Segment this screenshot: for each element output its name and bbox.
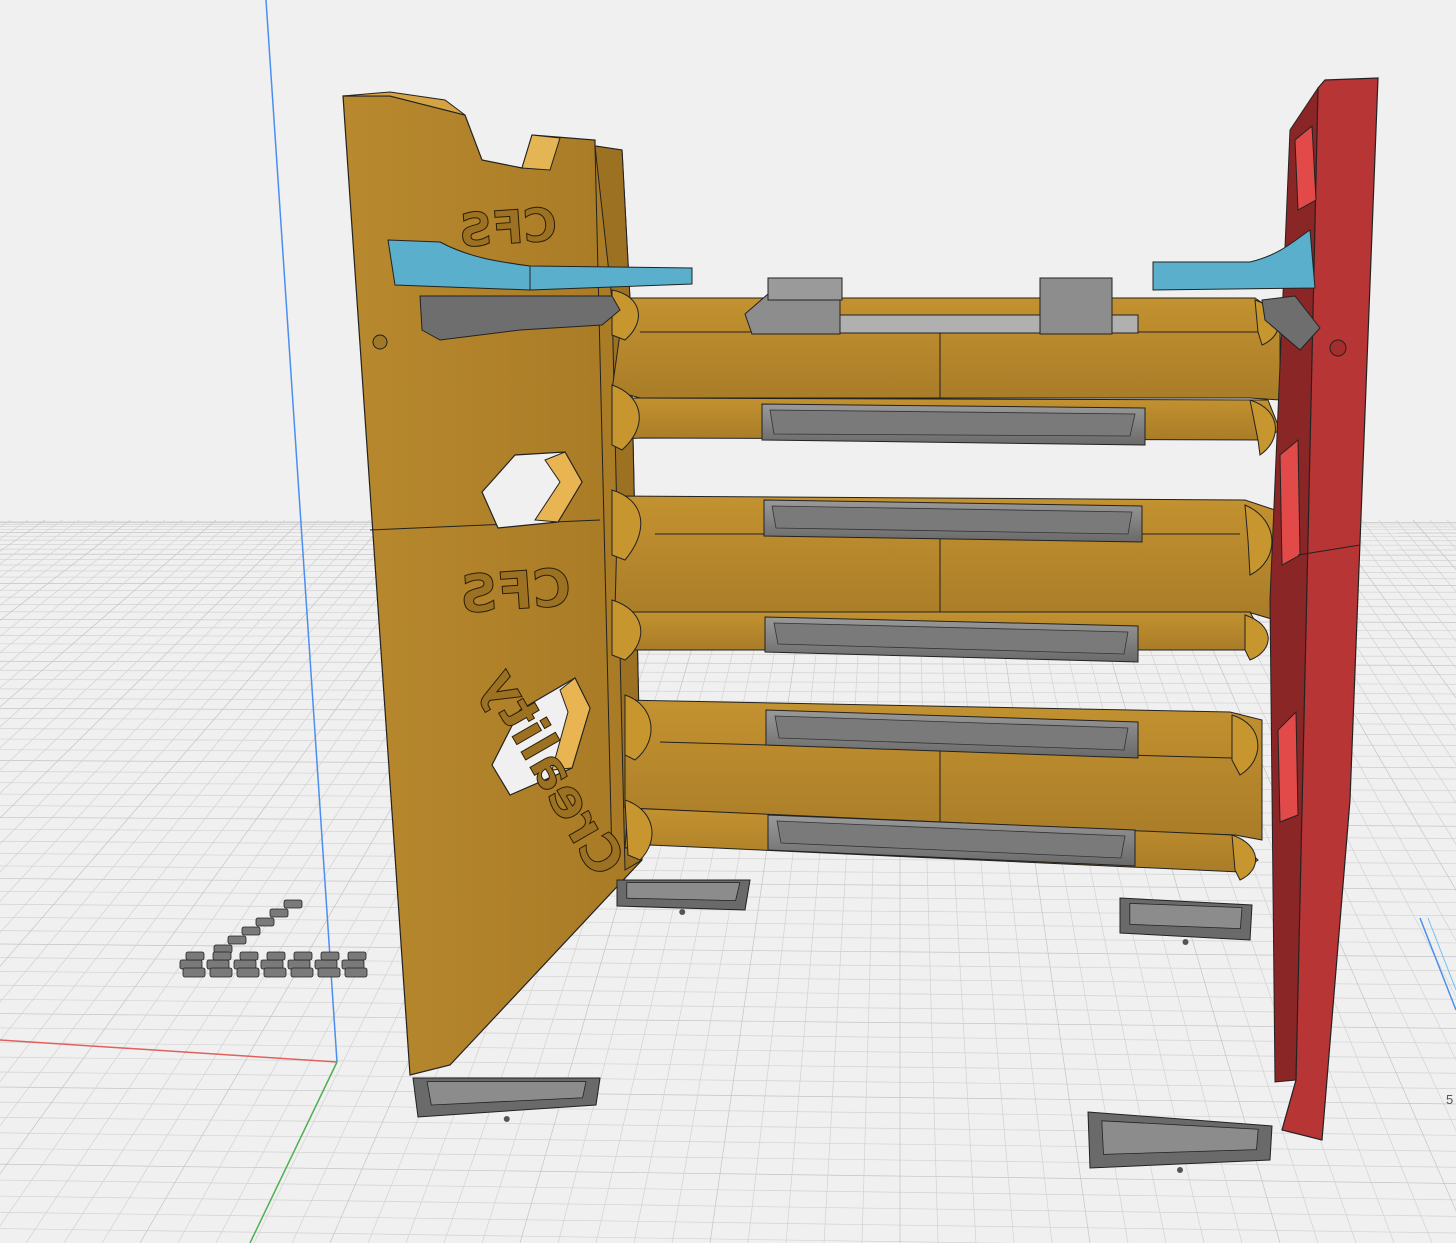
- grid-line: [0, 519, 371, 934]
- clip-part[interactable]: [263, 967, 287, 978]
- right-panel-screw-hole: [1329, 339, 1347, 357]
- grid-line: [0, 519, 388, 967]
- left-panel-label-top: CFS: [457, 197, 559, 258]
- clip-part[interactable]: [255, 917, 275, 927]
- foot-tray[interactable]: [1119, 897, 1253, 945]
- corner-readout: 5: [1446, 1092, 1453, 1107]
- grid-line: [0, 519, 97, 592]
- grid-line: [0, 1042, 1456, 1059]
- grid-line: [0, 652, 1456, 657]
- clip-part[interactable]: [317, 967, 341, 978]
- grid-line: [0, 998, 1456, 1015]
- clip-part[interactable]: [241, 926, 261, 936]
- clip-part[interactable]: [185, 951, 205, 961]
- grid-line: [0, 519, 46, 552]
- foot-tray[interactable]: [616, 879, 751, 915]
- small-clip-parts[interactable]: [179, 899, 368, 978]
- top-block-right[interactable]: [1039, 277, 1113, 335]
- clip-part[interactable]: [347, 951, 367, 961]
- grid-line: [0, 1228, 1015, 1243]
- clip-part[interactable]: [269, 908, 289, 918]
- grid-line: [1429, 519, 1456, 550]
- secondary-axis-line: [1419, 917, 1456, 1011]
- foot-tray-peg: [679, 909, 686, 915]
- grid-line: [0, 1195, 1456, 1217]
- clip-part[interactable]: [182, 967, 206, 978]
- grid-line: [0, 688, 1456, 695]
- foot-tray-peg: [1182, 939, 1189, 945]
- grid-line: [1446, 519, 1456, 531]
- grid-line: [0, 1211, 1456, 1234]
- grid-line: [0, 1013, 1456, 1029]
- grid-line: [0, 1163, 1456, 1184]
- clip-part[interactable]: [209, 967, 233, 978]
- grid-line: [0, 519, 80, 578]
- clip-part[interactable]: [283, 899, 303, 909]
- shelf-strips[interactable]: [611, 289, 1281, 881]
- grid-line: [0, 519, 354, 902]
- grid-line: [0, 984, 1456, 1000]
- foot-tray-recess: [1129, 902, 1243, 930]
- clip-part[interactable]: [239, 951, 259, 961]
- clip-part[interactable]: [236, 967, 260, 978]
- grid-line: [0, 1071, 1456, 1089]
- grey-rail-inner: [769, 409, 1136, 437]
- clip-part[interactable]: [290, 967, 314, 978]
- grid-line: [0, 1056, 1456, 1074]
- grid-line: [0, 1179, 1456, 1201]
- foot-tray-peg: [1177, 1167, 1183, 1173]
- foot-tray-peg: [503, 1116, 510, 1122]
- left-panel-screw-hole: [372, 334, 388, 350]
- 3d-viewport[interactable]: CFS CFS Creality 5: [0, 0, 1456, 1243]
- grid-line: [0, 519, 29, 540]
- clip-part[interactable]: [227, 935, 247, 945]
- foot-tray-recess: [626, 882, 741, 902]
- shelf-strip[interactable]: [611, 297, 1281, 401]
- foot-tray[interactable]: [412, 1077, 601, 1122]
- clip-part[interactable]: [344, 967, 368, 978]
- grid-line: [0, 519, 405, 1003]
- clip-part[interactable]: [212, 951, 232, 961]
- grid-line: [0, 1027, 1456, 1044]
- clip-part[interactable]: [266, 951, 286, 961]
- foot-tray[interactable]: [1087, 1111, 1273, 1173]
- clip-part[interactable]: [320, 951, 340, 961]
- top-block-left-top: [767, 277, 843, 301]
- grid-line: [0, 679, 1456, 685]
- clip-part[interactable]: [293, 951, 313, 961]
- grid-line: [0, 519, 114, 606]
- left-panel-label-middle: CFS: [458, 558, 573, 626]
- left-side-panel[interactable]: CFS CFS Creality: [342, 91, 643, 1076]
